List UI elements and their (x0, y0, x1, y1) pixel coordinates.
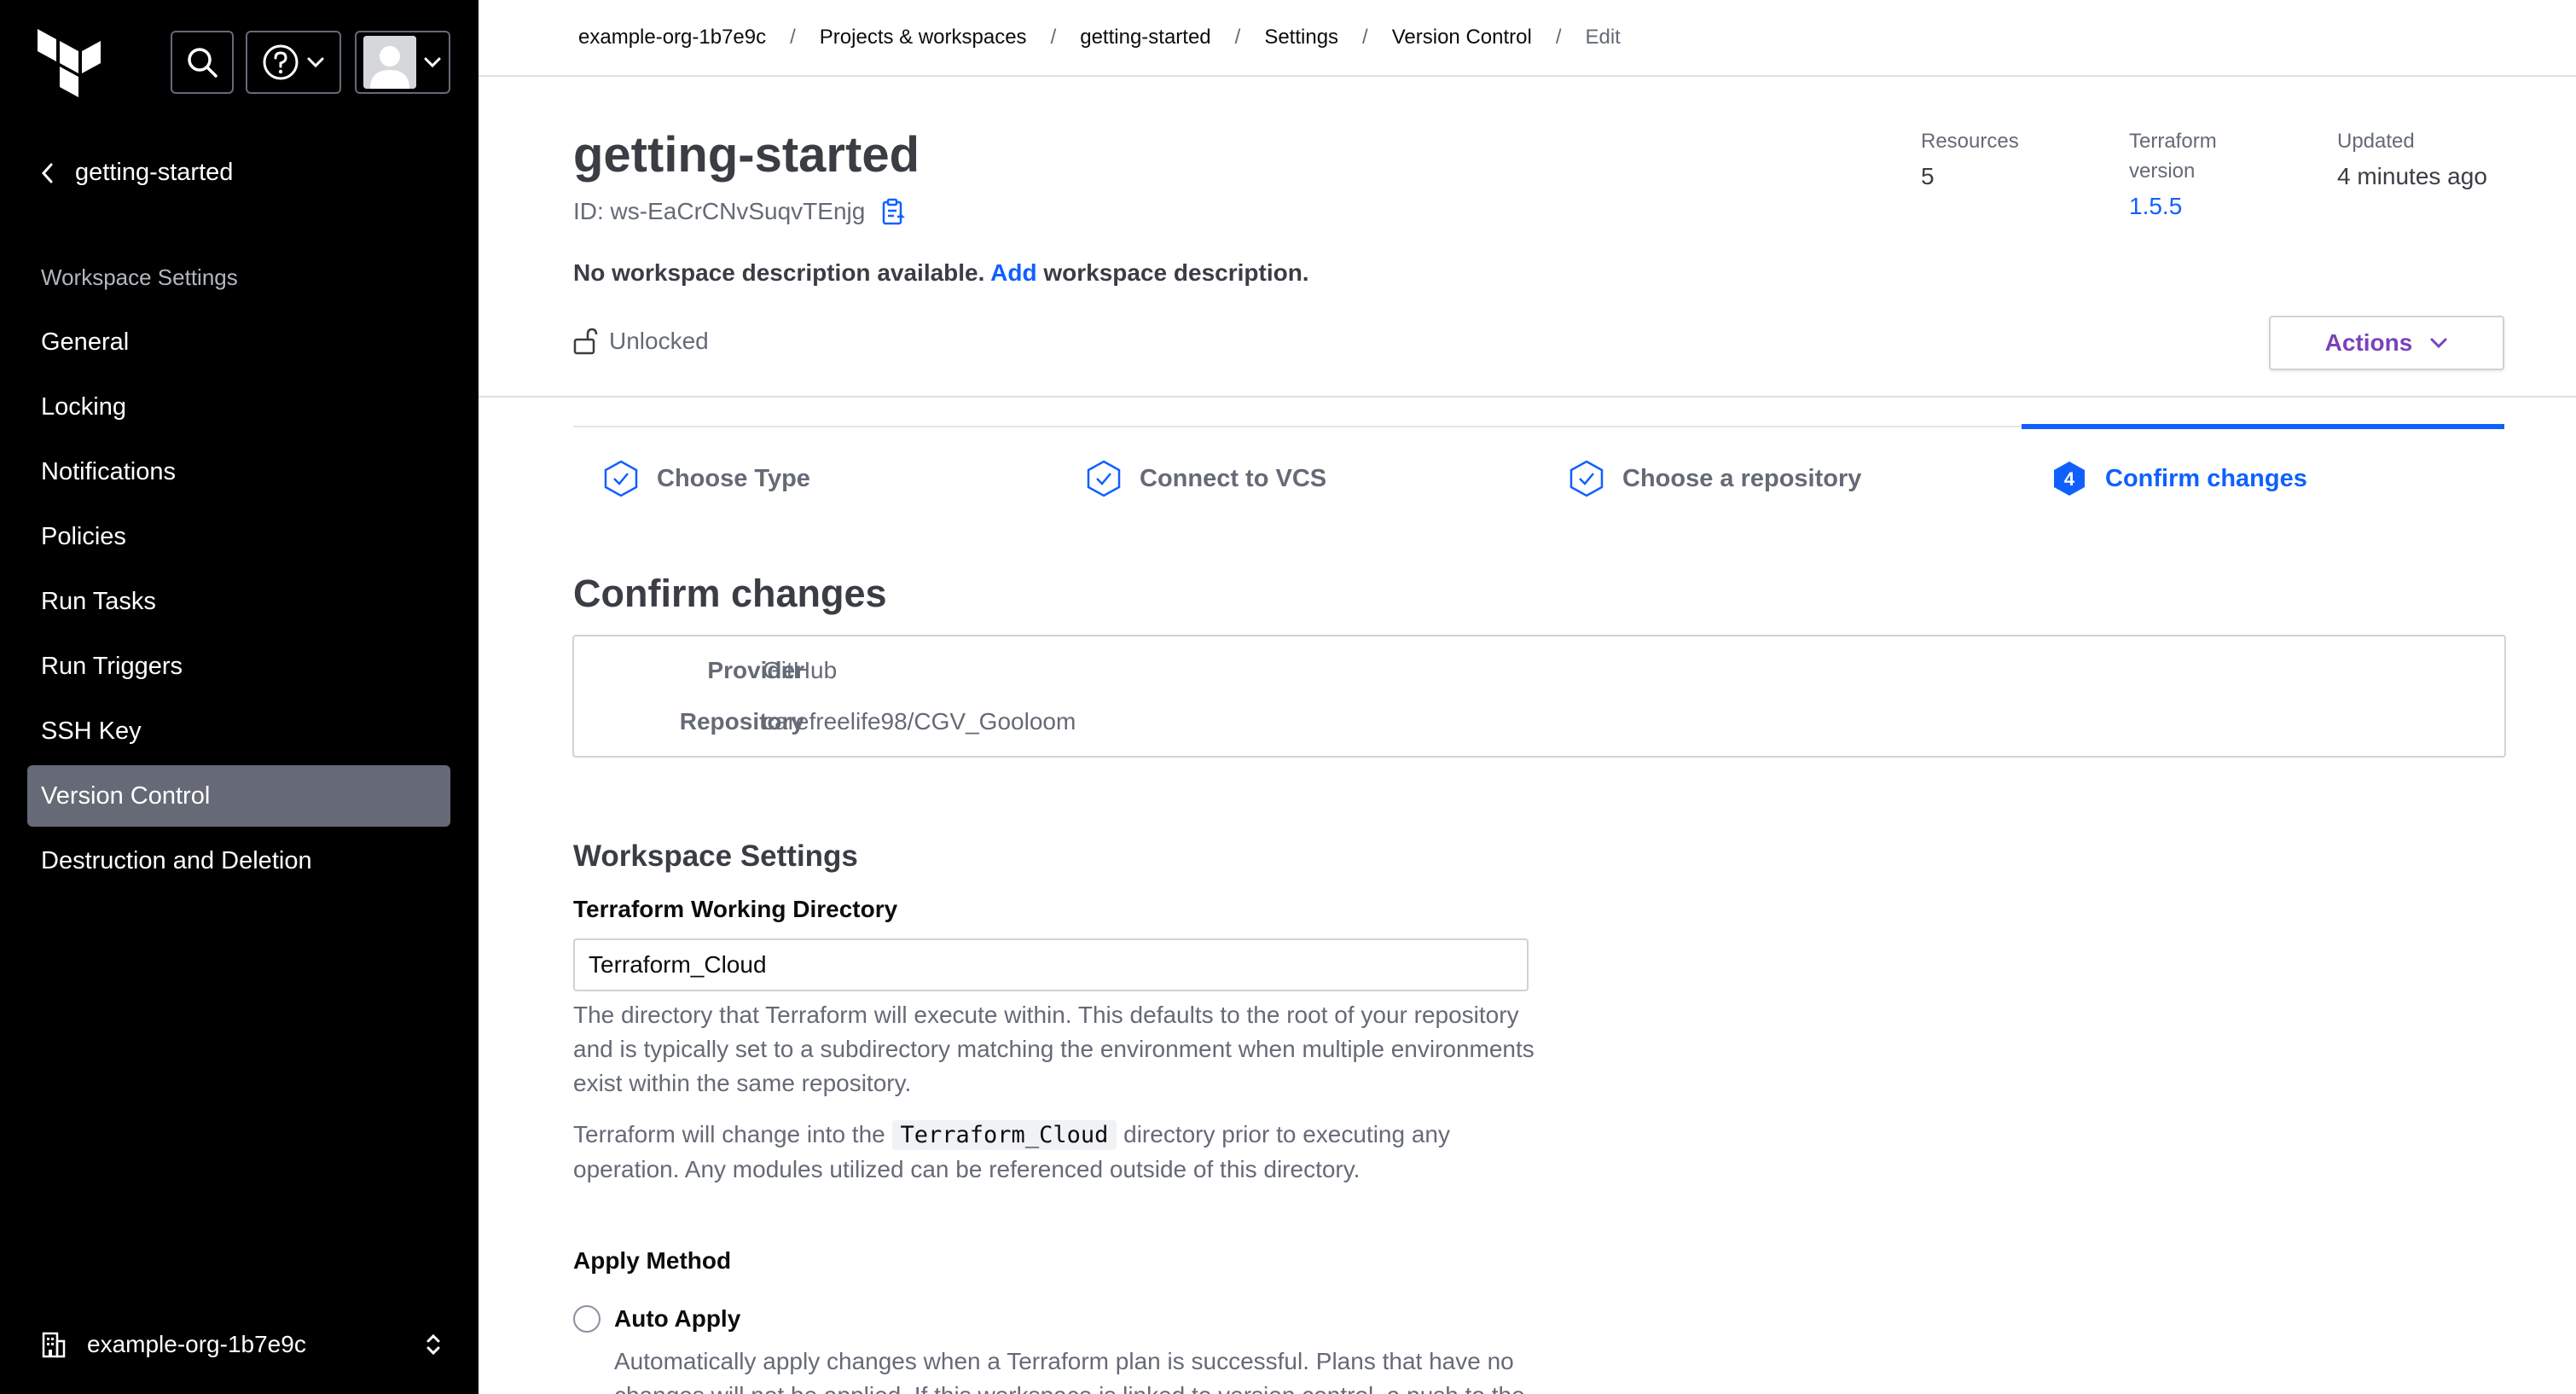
resources-meta: Resources 5 (1921, 126, 2019, 190)
step-confirm-changes[interactable]: 4 Confirm changes (2051, 459, 2307, 498)
resources-value: 5 (1921, 163, 1935, 189)
sidebar-item-version-control[interactable]: Version Control (27, 765, 450, 827)
number-hexagon-icon: 4 (2054, 462, 2085, 496)
header-divider (479, 396, 2576, 398)
step-label: Choose a repository (1622, 464, 1862, 492)
workspace-id-text: ID: ws-EaCrCNvSuqvTEnjg (573, 198, 866, 224)
step-label: Connect to VCS (1140, 464, 1327, 492)
lock-status-label: Unlocked (609, 328, 709, 354)
resources-label: Resources (1921, 130, 2019, 153)
sidebar: getting-started Workspace Settings Gener… (0, 0, 479, 1394)
breadcrumb-separator: / (1234, 26, 1241, 49)
terraform-logo[interactable] (38, 29, 102, 97)
chevron-down-icon (307, 57, 324, 68)
updated-value: 4 minutes ago (2337, 163, 2487, 189)
terraform-version-link[interactable]: 1.5.5 (2129, 193, 2217, 220)
step-choose-type[interactable]: Choose Type (602, 459, 810, 498)
updated-label: Updated (2337, 130, 2415, 153)
check-hexagon-icon (1569, 460, 1604, 497)
step-connect-to-vcs[interactable]: Connect to VCS (1085, 459, 1326, 498)
working-directory-label: Terraform Working Directory (573, 896, 898, 922)
building-icon (42, 1332, 66, 1358)
search-icon (188, 48, 218, 78)
step-choose-repository[interactable]: Choose a repository (1568, 459, 1861, 498)
chevron-down-icon (2430, 338, 2447, 349)
updated-meta: Updated 4 minutes ago (2337, 126, 2487, 190)
step-label: Choose Type (657, 464, 810, 492)
chevron-down-icon (424, 57, 441, 68)
terraform-version-label: Terraform (2129, 130, 2217, 153)
breadcrumb-separator: / (1050, 26, 1057, 49)
confirm-summary-box (572, 635, 2506, 758)
svg-text:4: 4 (2064, 468, 2075, 490)
breadcrumb-separator: / (1362, 26, 1368, 49)
org-switcher[interactable]: example-org-1b7e9c (41, 1331, 442, 1358)
working-directory-help: The directory that Terraform will execut… (573, 1002, 1535, 1096)
sidebar-item-run-triggers[interactable]: Run Triggers (27, 636, 450, 697)
repository-value: carefreelife98/CGV_Gooloom (763, 708, 1076, 735)
apply-method-label: Apply Method (573, 1247, 732, 1274)
check-hexagon-icon (1087, 460, 1121, 497)
note-prefix: Terraform will change into the (573, 1121, 885, 1147)
help-menu-button[interactable] (246, 31, 341, 94)
breadcrumb-separator: / (790, 26, 796, 49)
working-directory-note: Terraform will change into the Terraform… (573, 1118, 1563, 1187)
working-directory-code: Terraform_Cloud (891, 1120, 1117, 1150)
sidebar-item-policies[interactable]: Policies (27, 506, 450, 567)
description-suffix: workspace description. (1043, 259, 1309, 286)
auto-apply-help: Automatically apply changes when a Terra… (614, 1348, 1525, 1394)
confirm-changes-heading: Confirm changes (573, 572, 887, 615)
terraform-version-meta: Terraform version 1.5.5 (2129, 126, 2217, 220)
sidebar-section-title: Workspace Settings (41, 264, 238, 290)
user-avatar (363, 36, 416, 89)
sidebar-item-ssh-key[interactable]: SSH Key (27, 700, 450, 762)
auto-apply-option[interactable]: Auto Apply (573, 1305, 740, 1333)
search-button[interactable] (171, 31, 234, 94)
chevron-left-icon (41, 163, 53, 183)
sidebar-item-destruction-and-deletion[interactable]: Destruction and Deletion (27, 830, 450, 892)
check-hexagon-icon (604, 460, 638, 497)
description-text: No workspace description available. (573, 259, 985, 286)
chevron-up-down-icon (426, 1333, 440, 1356)
sidebar-item-run-tasks[interactable]: Run Tasks (27, 571, 450, 632)
active-step-indicator (2022, 424, 2504, 429)
auto-apply-label: Auto Apply (614, 1305, 741, 1332)
actions-button[interactable]: Actions (2269, 316, 2504, 370)
help-icon (263, 44, 299, 80)
unlock-icon (573, 328, 598, 355)
back-to-workspace-link[interactable]: getting-started (41, 159, 233, 187)
sidebar-item-locking[interactable]: Locking (27, 376, 450, 438)
back-link-label: getting-started (75, 159, 234, 186)
sidebar-item-general[interactable]: General (27, 311, 450, 373)
breadcrumb-org[interactable]: example-org-1b7e9c (578, 26, 766, 49)
breadcrumb-projects[interactable]: Projects & workspaces (820, 26, 1027, 49)
user-menu-button[interactable] (355, 31, 450, 94)
workspace-id: ID: ws-EaCrCNvSuqvTEnjg (573, 198, 906, 225)
sidebar-item-notifications[interactable]: Notifications (27, 441, 450, 502)
breadcrumb: example-org-1b7e9c / Projects & workspac… (479, 0, 2576, 77)
provider-value: GitHub (763, 657, 838, 683)
workspace-settings-heading: Workspace Settings (573, 839, 858, 873)
terraform-version-label-2: version (2129, 160, 2196, 183)
add-description-link[interactable]: Add (990, 259, 1036, 286)
clipboard-copy-icon[interactable] (880, 198, 906, 225)
actions-label: Actions (2324, 329, 2413, 356)
breadcrumb-version-control[interactable]: Version Control (1392, 26, 1532, 49)
breadcrumb-separator: / (1555, 26, 1562, 49)
breadcrumb-settings[interactable]: Settings (1264, 26, 1338, 49)
page-title: getting-started (573, 127, 920, 183)
breadcrumb-workspace[interactable]: getting-started (1080, 26, 1210, 49)
auto-apply-radio[interactable] (573, 1305, 600, 1333)
lock-status: Unlocked (573, 328, 709, 355)
working-directory-input[interactable] (573, 938, 1529, 991)
step-label: Confirm changes (2105, 464, 2307, 492)
workspace-description: No workspace description available. Add … (573, 259, 1309, 287)
org-name: example-org-1b7e9c (87, 1331, 306, 1357)
breadcrumb-current: Edit (1585, 26, 1621, 49)
